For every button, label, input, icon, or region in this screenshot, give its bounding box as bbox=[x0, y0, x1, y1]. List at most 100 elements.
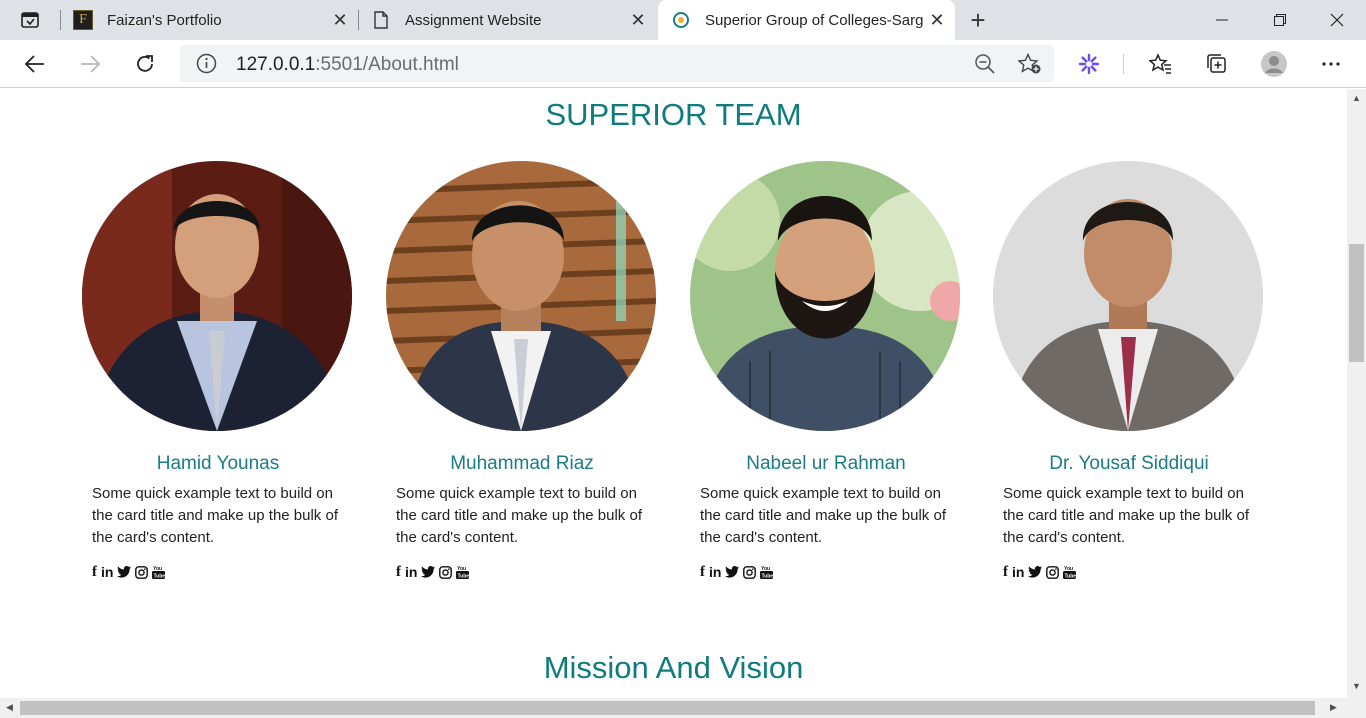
member-photo bbox=[690, 161, 960, 431]
youtube-icon[interactable]: You Tube bbox=[1063, 564, 1077, 580]
forward-button[interactable] bbox=[74, 48, 106, 80]
linkedin-icon[interactable]: in bbox=[101, 564, 113, 580]
team-card: Nabeel ur Rahman Some quick example text… bbox=[690, 161, 962, 581]
tab-actions-icon bbox=[21, 12, 39, 28]
horizontal-scrollbar[interactable]: ◀ ▶ bbox=[0, 698, 1366, 718]
tab-title: Faizan's Portfolio bbox=[107, 11, 222, 29]
tab-actions-button[interactable] bbox=[8, 6, 52, 34]
scroll-down-arrow-icon[interactable]: ▼ bbox=[1352, 681, 1361, 691]
url-text[interactable]: 127.0.0.1:5501/About.html bbox=[236, 54, 459, 76]
horizontal-scroll-thumb[interactable] bbox=[20, 701, 1315, 715]
minimize-button[interactable] bbox=[1193, 0, 1251, 40]
instagram-icon[interactable] bbox=[743, 564, 757, 580]
team-card: Dr. Yousaf Siddiqui Some quick example t… bbox=[993, 161, 1265, 581]
close-tab-icon[interactable]: ✕ bbox=[925, 8, 949, 32]
document-icon bbox=[371, 10, 391, 30]
tab-strip: F Faizan's Portfolio ✕ Assignment Websit… bbox=[0, 0, 1366, 40]
linkedin-icon[interactable]: in bbox=[1012, 564, 1024, 580]
tab-separator bbox=[60, 10, 61, 30]
back-arrow-icon bbox=[24, 55, 44, 73]
settings-menu-button[interactable] bbox=[1315, 48, 1347, 80]
member-photo bbox=[386, 161, 656, 431]
instagram-icon[interactable] bbox=[1046, 564, 1060, 580]
tab-superior-group[interactable]: Superior Group of Colleges-Sarg ✕ bbox=[658, 0, 955, 40]
vertical-scroll-thumb[interactable] bbox=[1349, 244, 1364, 362]
page-content: SUPERIOR TEAM Hamid Younas Some quick ex… bbox=[0, 89, 1347, 698]
youtube-icon[interactable]: You Tube bbox=[760, 564, 774, 580]
new-tab-button[interactable]: + bbox=[964, 4, 992, 35]
tab-separator bbox=[358, 10, 359, 30]
member-description: Some quick example text to build on the … bbox=[396, 485, 642, 546]
mission-section-title: Mission And Vision bbox=[543, 650, 804, 685]
team-card: Hamid Younas Some quick example text to … bbox=[82, 161, 354, 581]
social-links: f in You Tube bbox=[386, 563, 658, 581]
tab-title: Assignment Website bbox=[405, 11, 542, 29]
favorites-icon bbox=[1149, 53, 1171, 74]
collections-button[interactable] bbox=[1201, 48, 1233, 80]
member-name: Muhammad Riaz bbox=[450, 453, 594, 474]
url-host: 127.0.0.1 bbox=[236, 54, 316, 75]
twitter-icon[interactable] bbox=[421, 564, 436, 580]
scroll-left-arrow-icon[interactable]: ◀ bbox=[6, 702, 13, 713]
restore-button[interactable] bbox=[1251, 0, 1309, 40]
favorites-button[interactable] bbox=[1145, 48, 1177, 80]
minimize-icon bbox=[1216, 19, 1228, 21]
close-tab-icon[interactable]: ✕ bbox=[328, 8, 352, 32]
refresh-button[interactable] bbox=[129, 48, 161, 80]
linkedin-icon[interactable]: in bbox=[709, 564, 721, 580]
member-photo bbox=[82, 161, 352, 431]
tab-assignment-website[interactable]: Assignment Website ✕ bbox=[360, 0, 656, 40]
team-card: Muhammad Riaz Some quick example text to… bbox=[386, 161, 658, 581]
member-description: Some quick example text to build on the … bbox=[1003, 485, 1249, 546]
browser-toolbar: 127.0.0.1:5501/About.html bbox=[0, 40, 1366, 88]
social-links: f in You Tube bbox=[690, 563, 962, 581]
facebook-icon[interactable]: f bbox=[396, 564, 401, 580]
site-info-icon[interactable] bbox=[196, 53, 217, 79]
url-path: :5501/About.html bbox=[315, 54, 459, 75]
svg-text:Tube: Tube bbox=[1065, 574, 1077, 580]
close-window-button[interactable] bbox=[1308, 0, 1366, 40]
extension-button[interactable] bbox=[1073, 48, 1105, 80]
svg-text:Tube: Tube bbox=[154, 574, 166, 580]
instagram-icon[interactable] bbox=[439, 564, 453, 580]
facebook-icon[interactable]: f bbox=[92, 564, 97, 580]
restore-icon bbox=[1274, 14, 1286, 26]
svg-text:Tube: Tube bbox=[762, 574, 774, 580]
profile-button[interactable] bbox=[1258, 48, 1290, 80]
social-links: f in You Tube bbox=[993, 563, 1265, 581]
address-bar[interactable]: 127.0.0.1:5501/About.html bbox=[180, 45, 1054, 82]
youtube-icon[interactable]: You Tube bbox=[152, 564, 166, 580]
close-icon bbox=[1330, 13, 1344, 27]
add-favorite-icon[interactable] bbox=[1017, 52, 1042, 80]
linkedin-icon[interactable]: in bbox=[405, 564, 417, 580]
facebook-icon[interactable]: f bbox=[700, 564, 705, 580]
team-section-title: SUPERIOR TEAM bbox=[545, 97, 802, 132]
vertical-scrollbar[interactable]: ▲ ▼ bbox=[1347, 89, 1366, 698]
tab-faizans-portfolio[interactable]: F Faizan's Portfolio ✕ bbox=[62, 0, 358, 40]
svg-text:Tube: Tube bbox=[458, 574, 470, 580]
tab-title: Superior Group of Colleges-Sarg bbox=[705, 11, 924, 29]
zoom-out-icon[interactable] bbox=[974, 53, 996, 80]
social-links: f in You Tube bbox=[82, 563, 354, 581]
refresh-icon bbox=[137, 55, 153, 72]
twitter-icon[interactable] bbox=[725, 564, 740, 580]
instagram-icon[interactable] bbox=[135, 564, 149, 580]
member-name: Hamid Younas bbox=[156, 453, 280, 474]
portfolio-favicon: F bbox=[73, 10, 93, 30]
scroll-up-arrow-icon[interactable]: ▲ bbox=[1352, 93, 1361, 103]
member-name: Dr. Yousaf Siddiqui bbox=[1049, 453, 1209, 474]
close-tab-icon[interactable]: ✕ bbox=[626, 8, 650, 32]
avatar-icon bbox=[1261, 51, 1287, 77]
more-dots-icon bbox=[1322, 62, 1340, 66]
member-description: Some quick example text to build on the … bbox=[92, 485, 338, 546]
back-button[interactable] bbox=[19, 48, 51, 80]
superior-favicon bbox=[671, 10, 691, 30]
twitter-icon[interactable] bbox=[117, 564, 132, 580]
facebook-icon[interactable]: f bbox=[1003, 564, 1008, 580]
youtube-icon[interactable]: You Tube bbox=[456, 564, 470, 580]
scroll-right-arrow-icon[interactable]: ▶ bbox=[1330, 702, 1337, 713]
member-name: Nabeel ur Rahman bbox=[746, 453, 906, 474]
plus-icon: + bbox=[970, 4, 986, 35]
twitter-icon[interactable] bbox=[1028, 564, 1043, 580]
member-photo bbox=[993, 161, 1263, 431]
